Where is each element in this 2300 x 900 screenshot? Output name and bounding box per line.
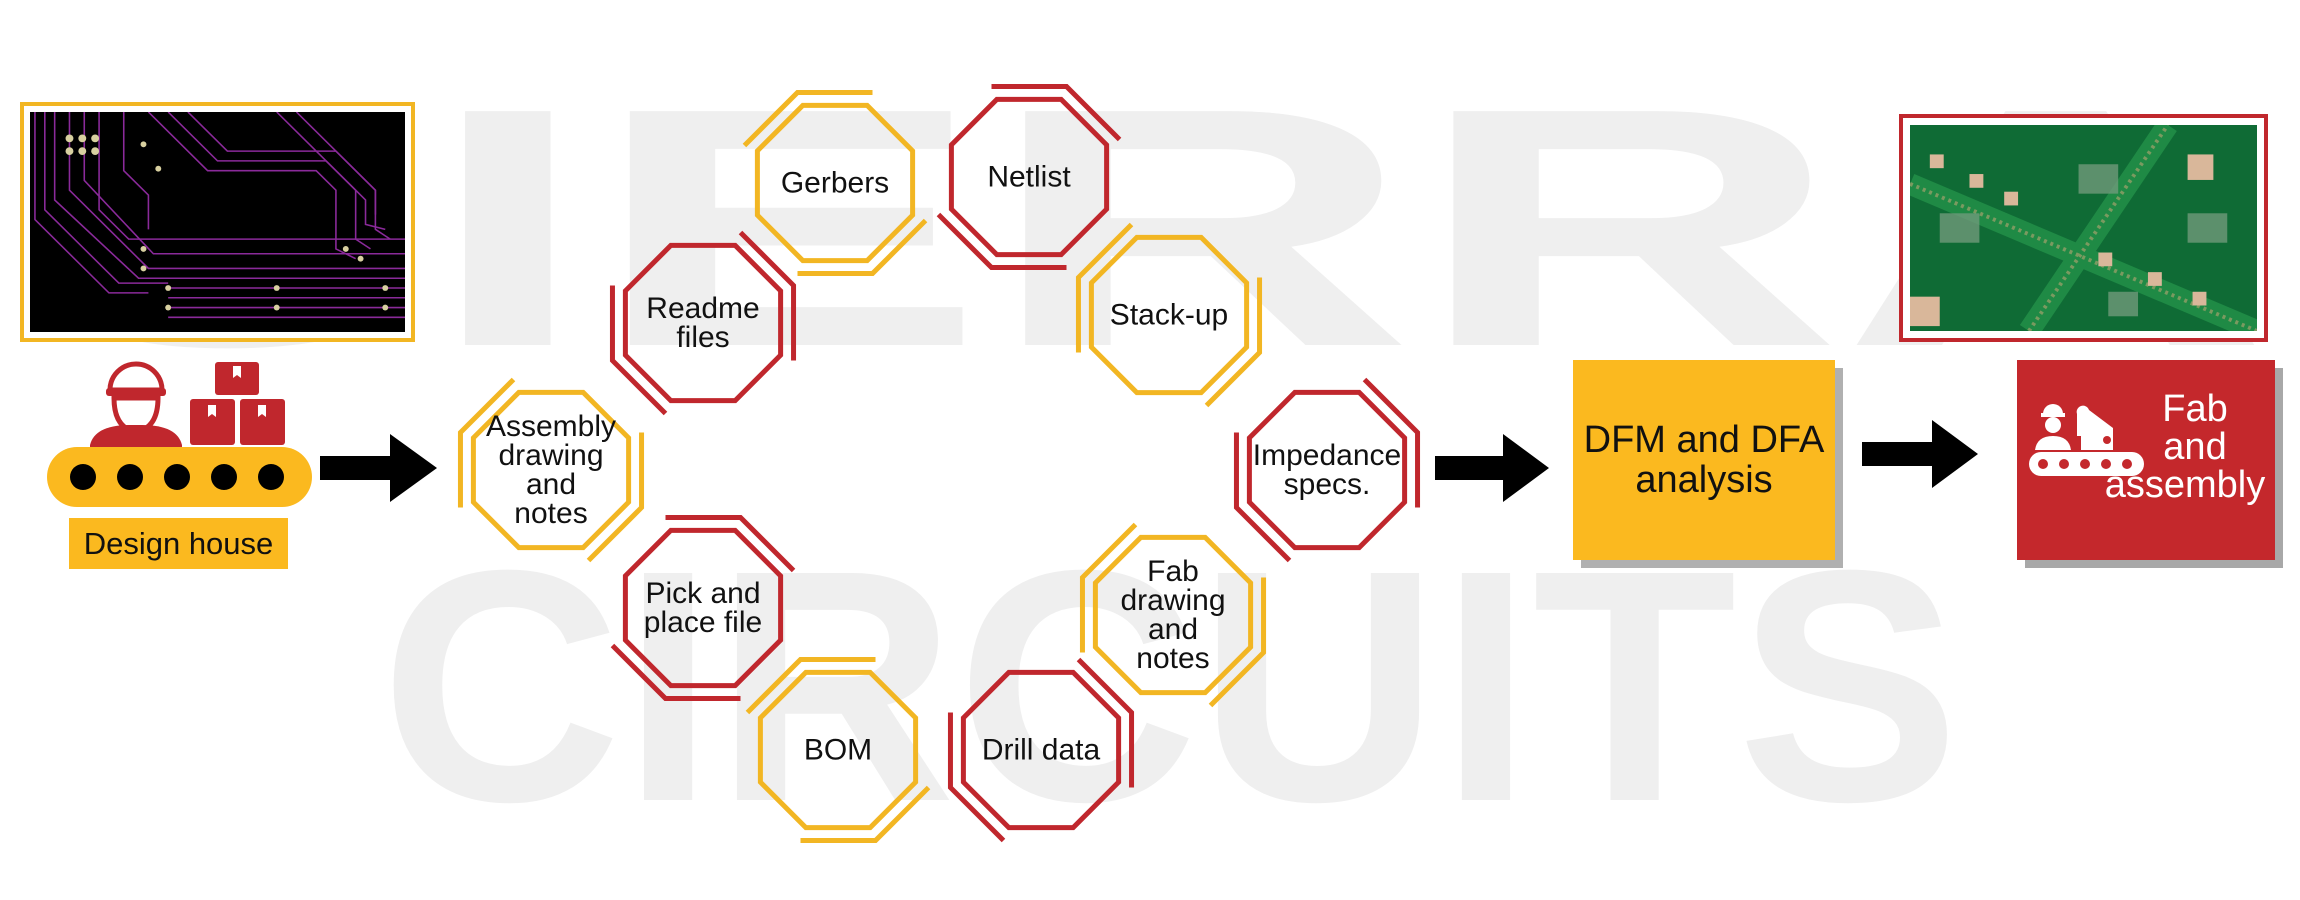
- octagon-accent-arc: [800, 785, 931, 844]
- file-label-line: Pick and: [645, 577, 761, 610]
- file-label-line: Stack-up: [1109, 298, 1229, 332]
- octagon-accent-arc: [665, 514, 796, 573]
- octagon-accent-arc: [936, 212, 1067, 271]
- file-label-line: notes: [514, 497, 588, 530]
- octagon-accent-arc: [610, 643, 741, 702]
- file-label-line: Netlist: [987, 160, 1071, 194]
- arrow-icon: [1435, 434, 1549, 502]
- octagon-accent-arc: [991, 83, 1122, 142]
- pcb-board-photo: [1899, 114, 2268, 342]
- fab-line2: and: [2163, 426, 2227, 468]
- octagon-accent-arc: [745, 656, 876, 715]
- dfm-line2: analysis: [1635, 459, 1773, 501]
- file-label-stackup: Stack-up: [1109, 298, 1229, 332]
- dfm-dfa-analysis-box: DFM and DFA analysis: [1573, 360, 1835, 560]
- file-label-line: Readme: [646, 292, 760, 325]
- file-label-line: notes: [1136, 642, 1210, 675]
- file-label-line: drawing: [1120, 584, 1226, 617]
- file-label-line: specs.: [1283, 468, 1371, 501]
- file-label-bom: BOM: [803, 733, 873, 767]
- fab-line3: assembly: [2104, 464, 2266, 506]
- fab-assembly-box: Fab and assembly: [2017, 360, 2275, 560]
- file-label-line: place file: [643, 606, 763, 639]
- octagon-accent-arc: [947, 712, 1006, 843]
- file-label-impedance: Impedance specs.: [1252, 439, 1402, 501]
- file-label-line: BOM: [803, 733, 873, 767]
- file-label-drill: Drill data: [981, 733, 1101, 767]
- arrow-icon: [1862, 420, 1978, 488]
- file-label-readme: Readme files: [646, 292, 760, 354]
- octagon-accent-arc: [742, 89, 873, 148]
- file-label-line: files: [676, 321, 730, 354]
- dfm-line1: DFM and DFA: [1583, 419, 1825, 461]
- octagon-accent-arc: [1204, 277, 1263, 408]
- fab-line1: Fab: [2162, 388, 2228, 430]
- file-label-line: drawing: [498, 439, 604, 472]
- file-label-fab-drawing: Fab drawing and notes: [1120, 555, 1226, 675]
- octagon-accent-arc: [1075, 222, 1134, 353]
- file-label-line: Drill data: [981, 733, 1101, 767]
- file-label-assembly: Assembly drawing and notes: [485, 410, 617, 530]
- file-label-line: Fab: [1147, 555, 1199, 588]
- pcb-photo-art: [1910, 125, 2257, 331]
- file-label-line: Gerbers: [780, 166, 890, 200]
- octagon-accent-arc: [797, 218, 928, 277]
- file-label-line: and: [525, 468, 577, 501]
- arrow-icon: [320, 434, 437, 502]
- file-label-pick-place: Pick and place file: [643, 577, 763, 639]
- file-label-line: and: [1147, 613, 1199, 646]
- file-label-netlist: Netlist: [987, 160, 1071, 194]
- file-label-line: Assembly: [485, 410, 617, 443]
- file-label-gerbers: Gerbers: [780, 166, 890, 200]
- file-label-line: Impedance: [1252, 439, 1402, 472]
